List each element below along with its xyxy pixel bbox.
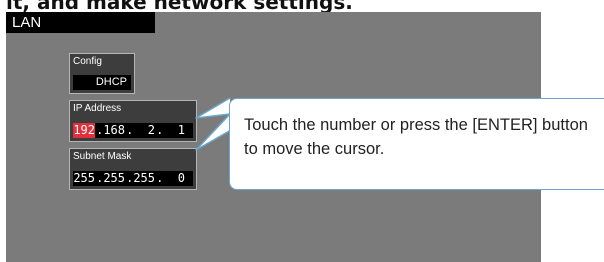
subnet-mask-panel[interactable]: Subnet Mask 255.255.255. 0 <box>69 148 197 190</box>
config-label: Config <box>73 56 102 67</box>
ip-octet-4[interactable]: . 1 <box>155 123 185 138</box>
config-value[interactable]: DHCP <box>73 75 131 90</box>
config-panel[interactable]: Config DHCP <box>69 53 135 94</box>
subnet-octet-4[interactable]: . 0 <box>155 171 185 186</box>
ip-address-panel[interactable]: IP Address 192.168. 2. 1 <box>69 100 197 142</box>
ip-octet-2[interactable]: .168 <box>95 123 125 138</box>
subnet-octet-3[interactable]: .255 <box>125 171 155 186</box>
subnet-mask-field[interactable]: 255.255.255. 0 <box>73 171 193 186</box>
subnet-octet-1[interactable]: 255 <box>73 171 95 186</box>
screen-title: LAN <box>6 12 155 33</box>
ip-octet-1[interactable]: 192 <box>73 123 95 138</box>
ip-octet-3[interactable]: . 2 <box>125 123 155 138</box>
ip-address-label: IP Address <box>73 103 122 114</box>
subnet-octet-2[interactable]: .255 <box>95 171 125 186</box>
instruction-callout: Touch the number or press the [ENTER] bu… <box>229 98 604 190</box>
subnet-mask-label: Subnet Mask <box>73 151 132 162</box>
ip-address-field[interactable]: 192.168. 2. 1 <box>73 123 193 138</box>
callout-text: Touch the number or press the [ENTER] bu… <box>244 116 588 158</box>
